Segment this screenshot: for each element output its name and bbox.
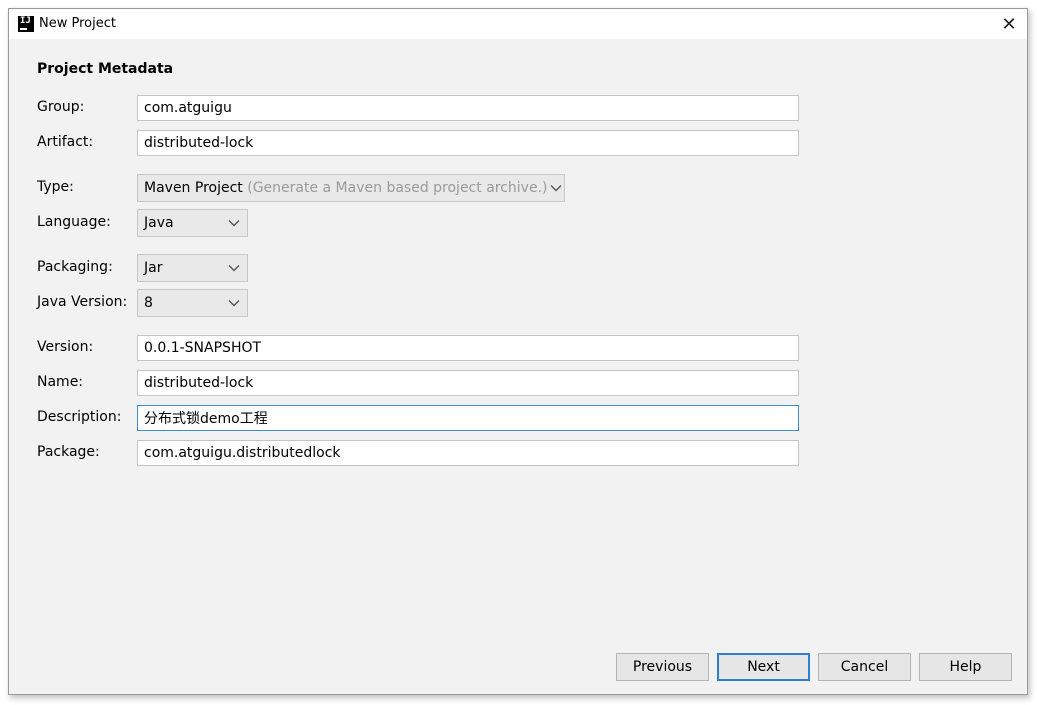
chevron-down-icon xyxy=(221,264,247,272)
group-label: Group: xyxy=(37,99,85,115)
description-label: Description: xyxy=(37,409,122,425)
description-input[interactable] xyxy=(137,405,799,431)
java-version-value: 8 xyxy=(144,295,153,311)
type-hint: (Generate a Maven based project archive.… xyxy=(247,180,548,196)
previous-button[interactable]: Previous xyxy=(616,653,709,681)
chevron-down-icon xyxy=(548,184,565,192)
type-value: Maven Project xyxy=(144,180,243,196)
section-title: Project Metadata xyxy=(37,61,174,77)
close-button[interactable]: ✕ xyxy=(991,9,1027,39)
help-button[interactable]: Help xyxy=(919,653,1012,681)
close-icon: ✕ xyxy=(1001,13,1017,35)
version-input[interactable] xyxy=(137,335,799,361)
packaging-select[interactable]: Jar xyxy=(137,254,248,282)
java-version-select[interactable]: 8 xyxy=(137,289,248,317)
type-label: Type: xyxy=(37,179,74,195)
type-select[interactable]: Maven Project (Generate a Maven based pr… xyxy=(137,174,565,202)
title-bar: IJ New Project ✕ xyxy=(9,9,1027,39)
packaging-label: Packaging: xyxy=(37,259,113,275)
intellij-idea-icon: IJ xyxy=(18,16,34,32)
package-input[interactable] xyxy=(137,440,799,466)
chevron-down-icon xyxy=(221,219,247,227)
artifact-label: Artifact: xyxy=(37,134,94,150)
package-label: Package: xyxy=(37,444,100,460)
chevron-down-icon xyxy=(221,299,247,307)
next-button[interactable]: Next xyxy=(717,653,810,681)
cancel-button[interactable]: Cancel xyxy=(818,653,911,681)
name-input[interactable] xyxy=(137,370,799,396)
group-input[interactable] xyxy=(137,95,799,121)
packaging-value: Jar xyxy=(144,260,163,276)
name-label: Name: xyxy=(37,374,84,390)
new-project-dialog: IJ New Project ✕ Project Metadata Group:… xyxy=(8,8,1028,695)
language-value: Java xyxy=(144,215,174,231)
window-title: New Project xyxy=(39,16,116,31)
language-select[interactable]: Java xyxy=(137,209,248,237)
artifact-input[interactable] xyxy=(137,130,799,156)
java-version-label: Java Version: xyxy=(37,294,128,310)
language-label: Language: xyxy=(37,214,111,230)
version-label: Version: xyxy=(37,339,94,355)
